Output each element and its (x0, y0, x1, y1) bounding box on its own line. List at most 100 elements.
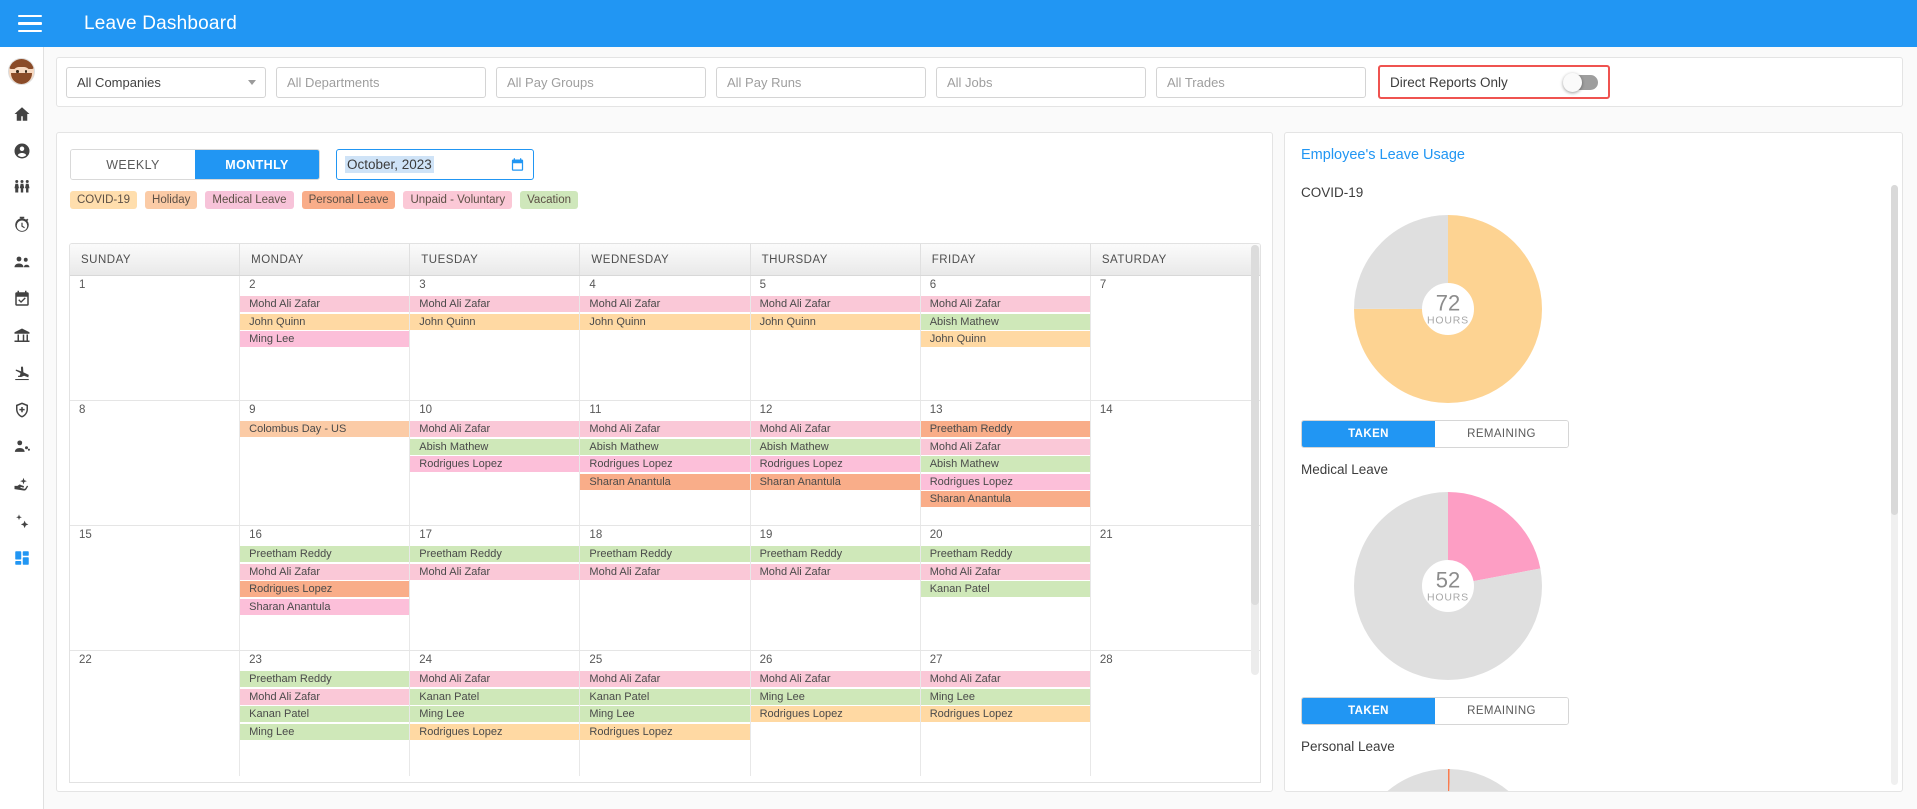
calendar-event[interactable]: Mohd Ali Zafar (240, 296, 410, 312)
calendar-event[interactable]: John Quinn (580, 313, 750, 330)
calendar-day-cell[interactable]: 4 Mohd Ali Zafar John Quinn (580, 276, 751, 400)
calendar-event[interactable]: Rodrigues Lopez (410, 723, 580, 740)
jobs-input[interactable]: All Jobs (936, 66, 1146, 98)
calendar-day-cell[interactable]: 17 Preetham Reddy Mohd Ali Zafar (410, 526, 581, 650)
user-add-icon[interactable] (0, 428, 44, 465)
calendar-icon[interactable] (510, 157, 525, 172)
toggle-taken[interactable]: TAKEN (1302, 421, 1435, 447)
home-icon[interactable] (0, 95, 44, 132)
calendar-event[interactable]: Rodrigues Lopez (240, 581, 410, 597)
calendar-event[interactable]: Mohd Ali Zafar (580, 296, 750, 312)
calendar-event[interactable]: John Quinn (410, 313, 580, 330)
calendar-day-cell[interactable]: 28 (1091, 651, 1260, 776)
usage-scrollbar[interactable] (1891, 185, 1898, 785)
calendar-event[interactable]: Ming Lee (410, 706, 580, 722)
calendar-day-cell[interactable]: 2 Mohd Ali Zafar John Quinn Ming Lee (240, 276, 411, 400)
spark-icon[interactable] (0, 502, 44, 539)
calendar-event[interactable]: Kanan Patel (410, 688, 580, 705)
calendar-event[interactable]: Mohd Ali Zafar (580, 563, 750, 580)
calendar-day-cell[interactable]: 11 Mohd Ali Zafar Abish Mathew Rodrigues Lo… (580, 401, 751, 525)
calendar-event[interactable]: Preetham Reddy (410, 546, 580, 562)
calendar-day-cell[interactable]: 18 Preetham Reddy Mohd Ali Zafar (580, 526, 751, 650)
calendar-day-cell[interactable]: 7 (1091, 276, 1260, 400)
stopwatch-icon[interactable] (0, 206, 44, 243)
calendar-event[interactable]: Mohd Ali Zafar (920, 438, 1090, 455)
calendar-event[interactable]: Sharan Anantula (240, 598, 410, 615)
calendar-day-cell[interactable]: 14 (1091, 401, 1260, 525)
calendar-event[interactable]: Rodrigues Lopez (920, 706, 1090, 722)
calendar-event[interactable]: Mohd Ali Zafar (920, 671, 1090, 687)
calendar-event[interactable]: Rodrigues Lopez (410, 456, 580, 472)
calendar-event[interactable]: Preetham Reddy (240, 671, 410, 687)
calendar-day-cell[interactable]: 5 Mohd Ali Zafar John Quinn (750, 276, 921, 400)
calendar-event[interactable]: Abish Mathew (920, 456, 1090, 472)
calendar-event[interactable]: Abish Mathew (920, 313, 1090, 330)
calendar-event[interactable]: Mohd Ali Zafar (410, 563, 580, 580)
calendar-event[interactable]: Mohd Ali Zafar (410, 421, 580, 437)
calendar-day-cell[interactable]: 21 (1091, 526, 1260, 650)
calendar-event[interactable]: Colombus Day - US (240, 421, 410, 437)
calendar-day-cell[interactable]: 24 Mohd Ali Zafar Kanan Patel Ming Lee Rodri… (410, 651, 581, 776)
calendar-event[interactable]: Mohd Ali Zafar (920, 296, 1090, 312)
calendar-event[interactable]: Ming Lee (580, 706, 750, 722)
calendar-day-cell[interactable]: 13 Preetham Reddy Mohd Ali Zafar Abish Math… (920, 401, 1091, 525)
legend-chip[interactable]: Personal Leave (301, 191, 396, 209)
legend-chip[interactable]: Unpaid - Voluntary (403, 191, 513, 209)
avatar[interactable] (8, 58, 35, 85)
month-picker[interactable]: October, 2023 (336, 149, 534, 180)
hamburger-icon[interactable] (18, 10, 46, 38)
legend-chip[interactable]: Holiday (145, 191, 198, 209)
calendar-event[interactable]: Rodrigues Lopez (580, 723, 750, 740)
company-select[interactable]: All Companies (66, 66, 266, 98)
calendar-event[interactable]: Ming Lee (920, 688, 1090, 705)
calendar-event[interactable]: Mohd Ali Zafar (750, 421, 920, 437)
calendar-event[interactable]: Ming Lee (750, 688, 920, 705)
shield-plus-icon[interactable] (0, 391, 44, 428)
calendar-day-cell[interactable]: 10 Mohd Ali Zafar Abish Mathew Rodrigues Lo… (410, 401, 581, 525)
calendar-event[interactable]: Sharan Anantula (920, 491, 1090, 507)
calendar-event[interactable]: Mohd Ali Zafar (240, 688, 410, 705)
tab-monthly[interactable]: MONTHLY (195, 150, 319, 179)
calendar-event[interactable]: Mohd Ali Zafar (750, 296, 920, 312)
calendar-event[interactable]: Kanan Patel (920, 581, 1090, 597)
calendar-event[interactable]: Abish Mathew (410, 438, 580, 455)
calendar-event[interactable]: Sharan Anantula (750, 473, 920, 490)
calendar-event[interactable]: Abish Mathew (580, 438, 750, 455)
bank-icon[interactable] (0, 317, 44, 354)
calendar-event[interactable]: Preetham Reddy (920, 421, 1090, 437)
pay-groups-input[interactable]: All Pay Groups (496, 66, 706, 98)
calendar-day-cell[interactable]: 20 Preetham Reddy Mohd Ali Zafar Kanan Pate… (920, 526, 1091, 650)
calendar-event[interactable]: Mohd Ali Zafar (920, 563, 1090, 580)
trades-input[interactable]: All Trades (1156, 66, 1366, 98)
calendar-event[interactable]: Ming Lee (240, 723, 410, 740)
calendar-day-cell[interactable]: 9 Colombus Day - US (240, 401, 411, 525)
calendar-day-cell[interactable]: 16 Preetham Reddy Mohd Ali Zafar Rodrigues … (240, 526, 411, 650)
dashboard-grid-icon[interactable] (0, 539, 44, 576)
people-family-icon[interactable] (0, 169, 44, 206)
legend-chip[interactable]: Medical Leave (205, 191, 294, 209)
calendar-day-cell[interactable]: 12 Mohd Ali Zafar Abish Mathew Rodrigues Lo… (750, 401, 921, 525)
calendar-day-cell[interactable]: 22 (70, 651, 241, 776)
calendar-event[interactable]: Mohd Ali Zafar (410, 296, 580, 312)
calendar-event[interactable]: Kanan Patel (580, 688, 750, 705)
calendar-event[interactable]: Rodrigues Lopez (750, 706, 920, 722)
airplane-icon[interactable] (0, 354, 44, 391)
legend-chip[interactable]: COVID-19 (70, 191, 138, 209)
hand-check-icon[interactable] (0, 465, 44, 502)
calendar-event[interactable]: Ming Lee (240, 331, 410, 347)
toggle-remaining[interactable]: REMAINING (1435, 698, 1568, 724)
calendar-day-cell[interactable]: 1 (70, 276, 241, 400)
calendar-event[interactable]: Preetham Reddy (750, 546, 920, 562)
department-input[interactable]: All Departments (276, 66, 486, 98)
calendar-event[interactable]: Mohd Ali Zafar (750, 563, 920, 580)
calendar-day-cell[interactable]: 8 (70, 401, 241, 525)
calendar-event[interactable]: John Quinn (240, 313, 410, 330)
calendar-event[interactable]: Preetham Reddy (920, 546, 1090, 562)
calendar-day-cell[interactable]: 25 Mohd Ali Zafar Kanan Patel Ming Lee Rodri… (580, 651, 751, 776)
calendar-day-cell[interactable]: 23 Preetham Reddy Mohd Ali Zafar Kanan Pate… (240, 651, 411, 776)
calendar-event[interactable]: Preetham Reddy (240, 546, 410, 562)
toggle-taken[interactable]: TAKEN (1302, 698, 1435, 724)
pay-runs-input[interactable]: All Pay Runs (716, 66, 926, 98)
calendar-day-cell[interactable]: 19 Preetham Reddy Mohd Ali Zafar (750, 526, 921, 650)
direct-reports-toggle[interactable] (1562, 72, 1598, 92)
